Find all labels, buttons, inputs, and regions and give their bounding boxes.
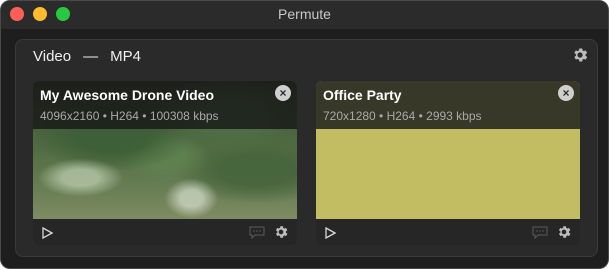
- video-title: Office Party: [323, 87, 402, 103]
- video-item-office-party[interactable]: Office Party 720x1280 • H264 • 2993 kbps…: [316, 81, 580, 245]
- video-item-drone[interactable]: My Awesome Drone Video 4096x2160 • H264 …: [33, 81, 297, 245]
- format-group: Video — MP4 My Awesome Drone Video 4096x…: [15, 39, 598, 257]
- video-toolbar: [316, 219, 580, 245]
- app-window: Permute Video — MP4 My Awesome Drone Vid…: [0, 0, 609, 269]
- close-icon[interactable]: ×: [275, 85, 291, 101]
- format-value[interactable]: MP4: [110, 48, 141, 65]
- comment-icon[interactable]: [532, 226, 548, 240]
- video-toolbar: [33, 219, 297, 245]
- title-bar[interactable]: Permute: [1, 1, 608, 29]
- video-title: My Awesome Drone Video: [40, 87, 215, 103]
- window-title: Permute: [278, 6, 331, 22]
- gear-icon[interactable]: [556, 224, 572, 240]
- video-meta: 4096x2160 • H264 • 100308 kbps: [40, 109, 219, 123]
- play-icon[interactable]: [41, 226, 54, 240]
- close-icon[interactable]: ×: [558, 85, 574, 101]
- play-icon[interactable]: [324, 226, 337, 240]
- gear-icon[interactable]: [571, 46, 589, 64]
- format-label: Video: [33, 48, 72, 65]
- video-meta: 720x1280 • H264 • 2993 kbps: [323, 109, 482, 123]
- format-separator: —: [83, 48, 99, 65]
- comment-icon[interactable]: [249, 226, 265, 240]
- format-header: Video — MP4: [33, 48, 141, 65]
- gear-icon[interactable]: [273, 224, 289, 240]
